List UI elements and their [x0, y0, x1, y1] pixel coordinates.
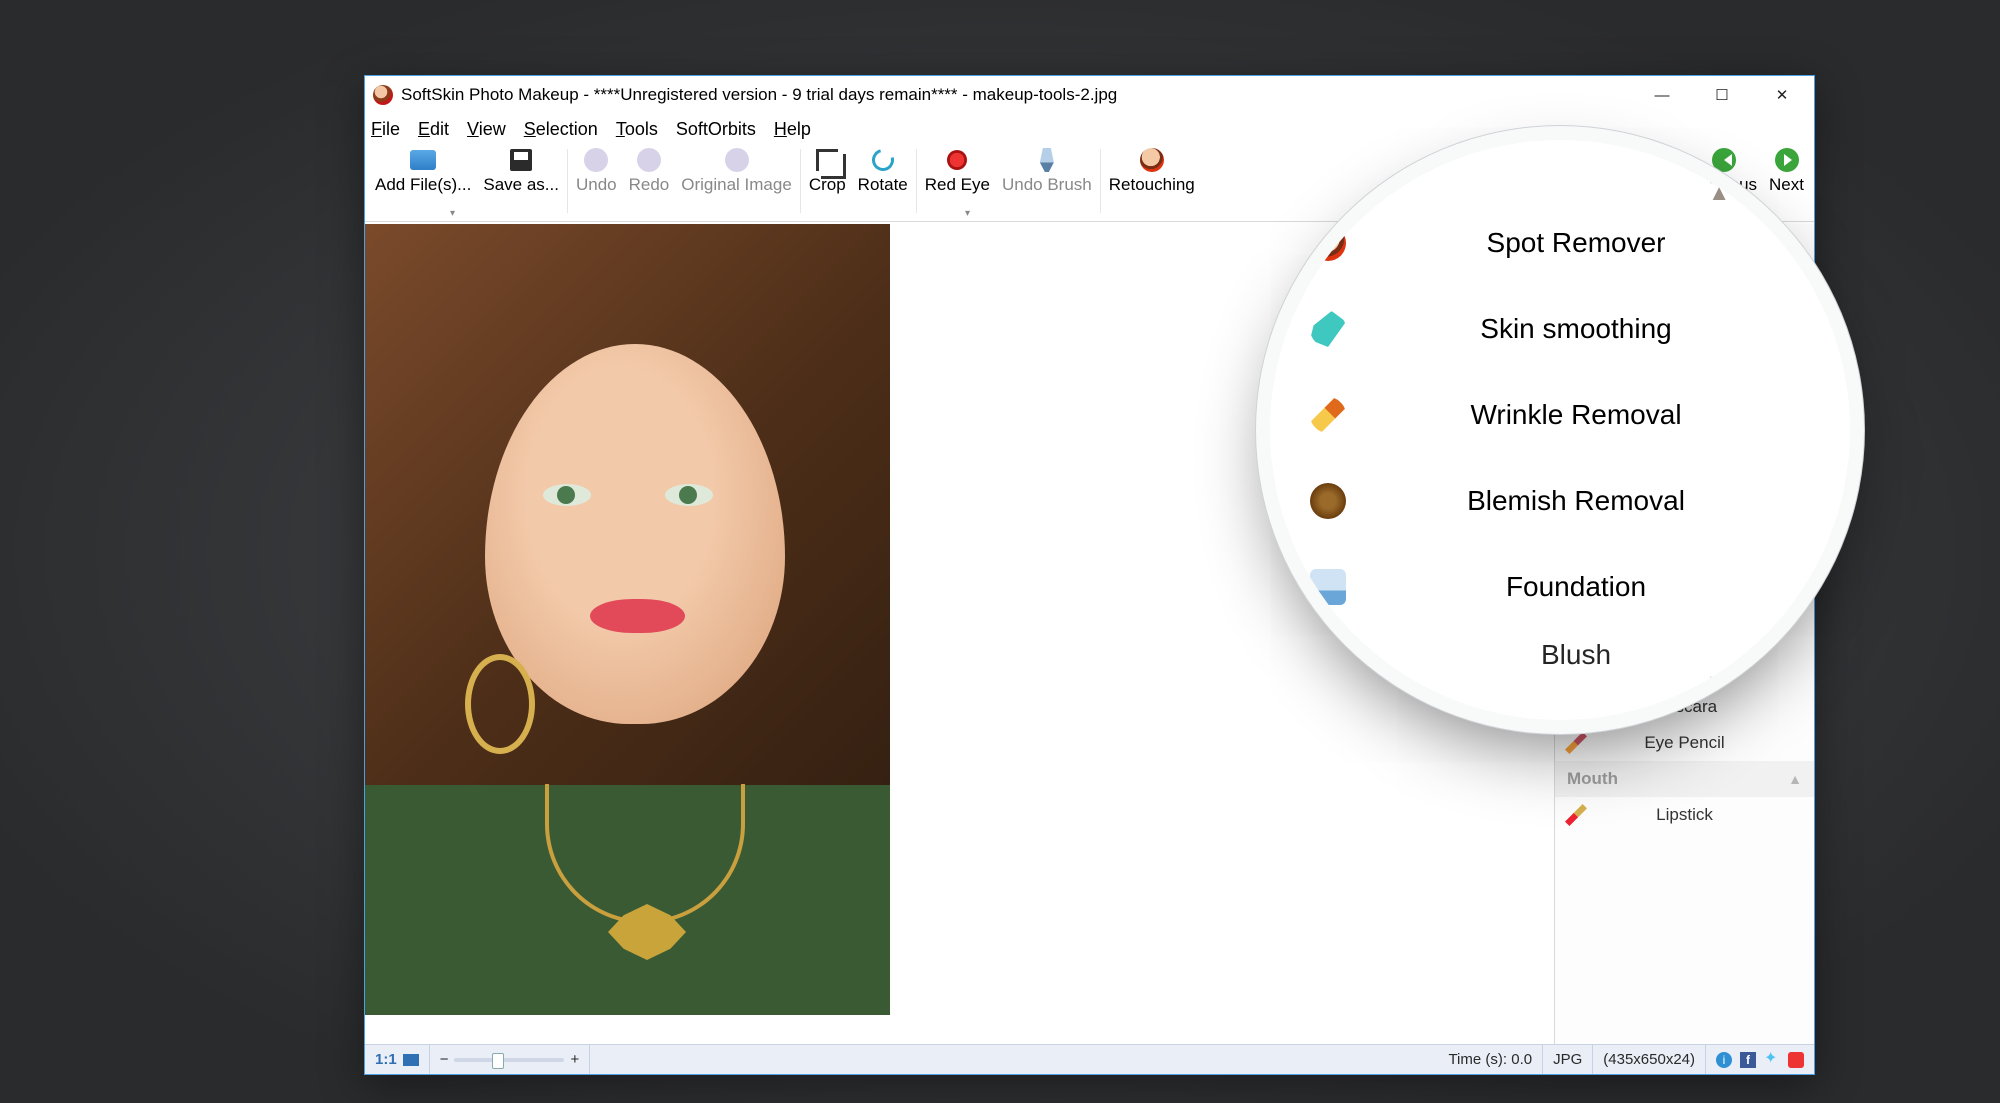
- redo-button[interactable]: Redo: [623, 145, 676, 197]
- toolbar-overflow-1[interactable]: ▾: [450, 208, 455, 219]
- status-time: Time (s): 0.0: [1438, 1045, 1543, 1074]
- undo-button[interactable]: Undo: [570, 145, 623, 197]
- menu-help[interactable]: Help: [774, 119, 811, 140]
- twitter-icon[interactable]: ✦: [1764, 1052, 1780, 1068]
- magnifier-overlay: n ▲ Spot Remover Skin smoothing Wrinkle …: [1270, 140, 1850, 720]
- window-title: SoftSkin Photo Makeup - ****Unregistered…: [401, 85, 1632, 105]
- collapse-icon: ▲: [1788, 771, 1802, 787]
- next-icon: [1775, 148, 1799, 172]
- tool-eye-pencil[interactable]: Eye Pencil: [1555, 725, 1814, 761]
- rotate-icon: [868, 145, 898, 175]
- menu-tools[interactable]: Tools: [616, 119, 658, 140]
- zoom-out-icon[interactable]: −: [440, 1051, 449, 1068]
- titlebar: SoftSkin Photo Makeup - ****Unregistered…: [365, 76, 1814, 114]
- minimize-button[interactable]: —: [1632, 76, 1692, 114]
- app-icon: [373, 85, 393, 105]
- zoom-track[interactable]: [454, 1058, 564, 1062]
- tool-wrinkle-removal[interactable]: Wrinkle Removal: [1310, 372, 1780, 458]
- crop-button[interactable]: Crop: [803, 145, 852, 197]
- status-bar: 1:1 − + Time (s): 0.0 JPG (435x650x24) i…: [365, 1044, 1814, 1074]
- add-files-button[interactable]: Add File(s)...: [369, 145, 477, 197]
- tool-skin-smoothing[interactable]: Skin smoothing: [1310, 286, 1780, 372]
- facebook-icon[interactable]: f: [1740, 1052, 1756, 1068]
- wrinkle-removal-icon: [1310, 397, 1346, 433]
- folder-icon: [410, 150, 436, 170]
- magnifier-panel-header-fragment: n: [1326, 174, 1345, 208]
- undo-icon: [584, 148, 608, 172]
- menu-file[interactable]: File: [371, 119, 400, 140]
- collapse-icon: ▲: [1708, 180, 1730, 206]
- fit-icon[interactable]: [403, 1054, 419, 1066]
- red-eye-button[interactable]: Red Eye: [919, 145, 996, 197]
- status-format: JPG: [1543, 1045, 1593, 1074]
- save-icon: [510, 149, 532, 171]
- retouch-icon: [1140, 148, 1164, 172]
- red-eye-icon: [947, 150, 967, 170]
- original-icon: [725, 148, 749, 172]
- redo-icon: [637, 148, 661, 172]
- zoom-ratio[interactable]: 1:1: [365, 1045, 430, 1074]
- menubar: File Edit View Selection Tools SoftOrbit…: [365, 114, 1814, 144]
- tool-spot-remover[interactable]: Spot Remover: [1310, 200, 1780, 286]
- menu-selection[interactable]: Selection: [524, 119, 598, 140]
- skin-smoothing-icon: [1310, 311, 1346, 347]
- menu-edit[interactable]: Edit: [418, 119, 449, 140]
- tool-blush[interactable]: Blush: [1310, 630, 1780, 680]
- blemish-removal-icon: [1310, 483, 1346, 519]
- maximize-button[interactable]: ☐: [1692, 76, 1752, 114]
- menu-view[interactable]: View: [467, 119, 506, 140]
- panel-header-mouth[interactable]: Mouth ▲: [1555, 761, 1814, 797]
- tool-blemish-removal[interactable]: Blemish Removal: [1310, 458, 1780, 544]
- photo-preview: [365, 224, 890, 1015]
- brush-icon: [1037, 148, 1057, 172]
- next-button[interactable]: Next: [1763, 145, 1810, 197]
- crop-icon: [816, 149, 838, 171]
- close-button[interactable]: ✕: [1752, 76, 1812, 114]
- info-icon[interactable]: i: [1716, 1052, 1732, 1068]
- blush-icon: [1310, 637, 1346, 673]
- zoom-in-icon[interactable]: +: [570, 1051, 579, 1068]
- window-controls: — ☐ ✕: [1632, 76, 1812, 114]
- retouching-button[interactable]: Retouching: [1103, 145, 1201, 197]
- zoom-slider[interactable]: − +: [430, 1045, 591, 1074]
- status-dimensions: (435x650x24): [1593, 1045, 1706, 1074]
- youtube-icon[interactable]: [1788, 1052, 1804, 1068]
- menu-softorbits[interactable]: SoftOrbits: [676, 119, 756, 140]
- tool-foundation[interactable]: Foundation: [1310, 544, 1780, 630]
- social-links: i f ✦: [1706, 1052, 1814, 1068]
- tool-lipstick[interactable]: Lipstick: [1555, 797, 1814, 833]
- undo-brush-button[interactable]: Undo Brush: [996, 145, 1098, 197]
- save-as-button[interactable]: Save as...: [477, 145, 565, 197]
- original-image-button[interactable]: Original Image: [675, 145, 798, 197]
- previous-icon: [1712, 148, 1736, 172]
- toolbar-overflow-2[interactable]: ▾: [965, 208, 970, 219]
- rotate-button[interactable]: Rotate: [852, 145, 914, 197]
